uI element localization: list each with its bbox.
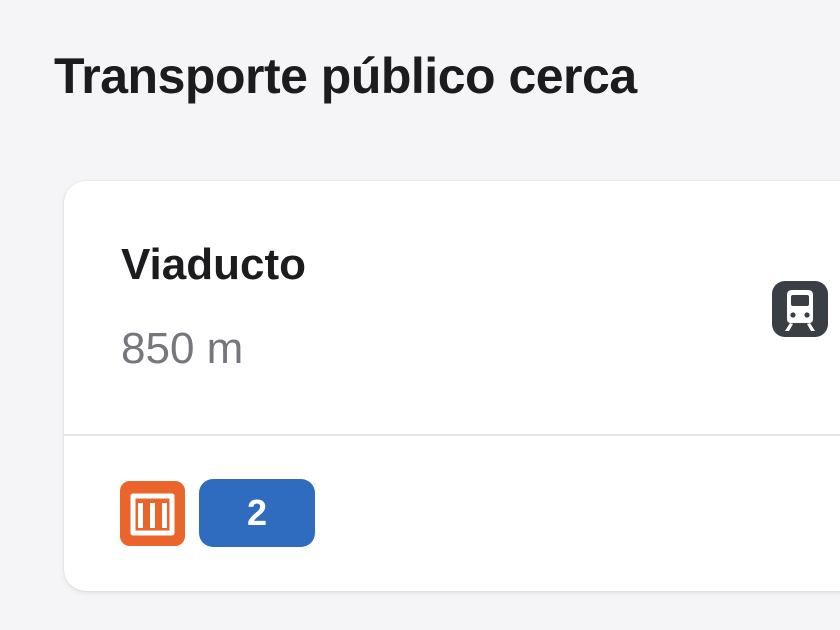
station-name: Viaducto [121,240,307,289]
section-title: Transporte público cerca [54,48,637,104]
line-badge: 2 [199,479,315,547]
metro-logo-icon [120,480,185,546]
transit-station-card[interactable]: Viaducto 850 m 2 [64,181,840,591]
transit-lines: 2 [120,479,315,547]
card-divider [64,434,840,436]
station-distance: 850 m [121,324,244,373]
train-icon [772,281,828,337]
